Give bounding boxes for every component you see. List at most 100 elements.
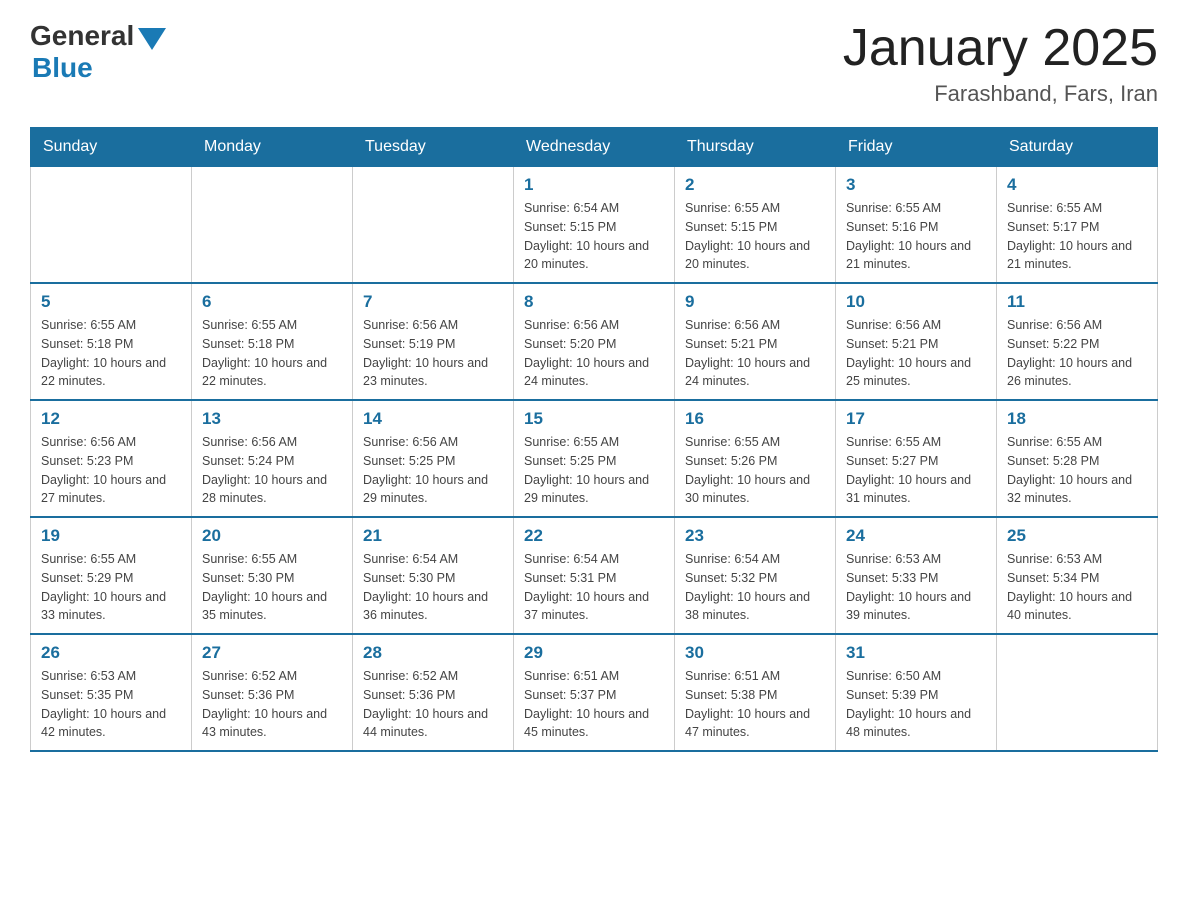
day-info: Sunrise: 6:55 AMSunset: 5:17 PMDaylight:… [1007,199,1147,274]
day-number: 25 [1007,526,1147,546]
day-number: 24 [846,526,986,546]
day-info: Sunrise: 6:56 AMSunset: 5:21 PMDaylight:… [846,316,986,391]
day-number: 9 [685,292,825,312]
calendar-cell [31,167,192,284]
header-thursday: Thursday [675,128,836,167]
day-info: Sunrise: 6:52 AMSunset: 5:36 PMDaylight:… [363,667,503,742]
day-number: 11 [1007,292,1147,312]
calendar-cell: 27 Sunrise: 6:52 AMSunset: 5:36 PMDayligh… [192,634,353,751]
day-number: 13 [202,409,342,429]
day-info: Sunrise: 6:54 AMSunset: 5:32 PMDaylight:… [685,550,825,625]
calendar-cell: 19 Sunrise: 6:55 AMSunset: 5:29 PMDayligh… [31,517,192,634]
day-info: Sunrise: 6:55 AMSunset: 5:15 PMDaylight:… [685,199,825,274]
calendar-header-row: SundayMondayTuesdayWednesdayThursdayFrid… [31,128,1158,167]
day-number: 30 [685,643,825,663]
day-number: 18 [1007,409,1147,429]
day-number: 22 [524,526,664,546]
day-info: Sunrise: 6:52 AMSunset: 5:36 PMDaylight:… [202,667,342,742]
calendar-cell: 6Sunrise: 6:55 AMSunset: 5:18 PMDaylight… [192,283,353,400]
calendar-cell: 4 Sunrise: 6:55 AMSunset: 5:17 PMDaylight… [997,167,1158,284]
day-info: Sunrise: 6:56 AMSunset: 5:22 PMDaylight:… [1007,316,1147,391]
day-number: 20 [202,526,342,546]
calendar-cell: 8 Sunrise: 6:56 AMSunset: 5:20 PMDaylight… [514,283,675,400]
calendar-cell: 25Sunrise: 6:53 AMSunset: 5:34 PMDayligh… [997,517,1158,634]
calendar-cell: 14Sunrise: 6:56 AMSunset: 5:25 PMDayligh… [353,400,514,517]
logo: General Blue [30,20,166,84]
day-info: Sunrise: 6:55 AMSunset: 5:27 PMDaylight:… [846,433,986,508]
day-number: 15 [524,409,664,429]
day-info: Sunrise: 6:55 AMSunset: 5:26 PMDaylight:… [685,433,825,508]
calendar-cell: 31 Sunrise: 6:50 AMSunset: 5:39 PMDayligh… [836,634,997,751]
day-number: 28 [363,643,503,663]
calendar-cell: 9 Sunrise: 6:56 AMSunset: 5:21 PMDaylight… [675,283,836,400]
header-saturday: Saturday [997,128,1158,167]
calendar-cell: 23 Sunrise: 6:54 AMSunset: 5:32 PMDayligh… [675,517,836,634]
calendar-cell: 2 Sunrise: 6:55 AMSunset: 5:15 PMDaylight… [675,167,836,284]
day-info: Sunrise: 6:56 AMSunset: 5:21 PMDaylight:… [685,316,825,391]
page-header: General Blue January 2025 Farashband, Fa… [30,20,1158,107]
day-info: Sunrise: 6:56 AMSunset: 5:23 PMDaylight:… [41,433,181,508]
day-info: Sunrise: 6:54 AMSunset: 5:31 PMDaylight:… [524,550,664,625]
calendar-cell: 11 Sunrise: 6:56 AMSunset: 5:22 PMDayligh… [997,283,1158,400]
day-number: 27 [202,643,342,663]
day-info: Sunrise: 6:55 AMSunset: 5:18 PMDaylight:… [41,316,181,391]
calendar-cell: 20Sunrise: 6:55 AMSunset: 5:30 PMDayligh… [192,517,353,634]
header-tuesday: Tuesday [353,128,514,167]
calendar-cell: 3 Sunrise: 6:55 AMSunset: 5:16 PMDaylight… [836,167,997,284]
day-info: Sunrise: 6:54 AMSunset: 5:15 PMDaylight:… [524,199,664,274]
day-info: Sunrise: 6:53 AMSunset: 5:35 PMDaylight:… [41,667,181,742]
day-number: 8 [524,292,664,312]
day-number: 29 [524,643,664,663]
calendar-cell [192,167,353,284]
day-info: Sunrise: 6:56 AMSunset: 5:24 PMDaylight:… [202,433,342,508]
day-number: 31 [846,643,986,663]
calendar-cell: 30 Sunrise: 6:51 AMSunset: 5:38 PMDayligh… [675,634,836,751]
day-number: 19 [41,526,181,546]
day-info: Sunrise: 6:56 AMSunset: 5:19 PMDaylight:… [363,316,503,391]
calendar-cell: 26Sunrise: 6:53 AMSunset: 5:35 PMDayligh… [31,634,192,751]
day-info: Sunrise: 6:50 AMSunset: 5:39 PMDaylight:… [846,667,986,742]
day-number: 1 [524,175,664,195]
day-info: Sunrise: 6:55 AMSunset: 5:28 PMDaylight:… [1007,433,1147,508]
week-row-2: 5 Sunrise: 6:55 AMSunset: 5:18 PMDaylight… [31,283,1158,400]
week-row-4: 19 Sunrise: 6:55 AMSunset: 5:29 PMDayligh… [31,517,1158,634]
location: Farashband, Fars, Iran [843,81,1158,107]
calendar-cell: 12Sunrise: 6:56 AMSunset: 5:23 PMDayligh… [31,400,192,517]
day-number: 14 [363,409,503,429]
calendar-cell: 28 Sunrise: 6:52 AMSunset: 5:36 PMDayligh… [353,634,514,751]
calendar-cell: 1 Sunrise: 6:54 AMSunset: 5:15 PMDaylight… [514,167,675,284]
calendar-cell: 18 Sunrise: 6:55 AMSunset: 5:28 PMDayligh… [997,400,1158,517]
day-number: 5 [41,292,181,312]
calendar-cell [997,634,1158,751]
day-info: Sunrise: 6:54 AMSunset: 5:30 PMDaylight:… [363,550,503,625]
day-info: Sunrise: 6:55 AMSunset: 5:16 PMDaylight:… [846,199,986,274]
day-info: Sunrise: 6:55 AMSunset: 5:25 PMDaylight:… [524,433,664,508]
day-number: 4 [1007,175,1147,195]
day-number: 23 [685,526,825,546]
day-info: Sunrise: 6:56 AMSunset: 5:20 PMDaylight:… [524,316,664,391]
header-monday: Monday [192,128,353,167]
day-info: Sunrise: 6:55 AMSunset: 5:29 PMDaylight:… [41,550,181,625]
calendar-cell: 15 Sunrise: 6:55 AMSunset: 5:25 PMDayligh… [514,400,675,517]
day-number: 3 [846,175,986,195]
calendar-cell: 21Sunrise: 6:54 AMSunset: 5:30 PMDayligh… [353,517,514,634]
week-row-1: 1 Sunrise: 6:54 AMSunset: 5:15 PMDaylight… [31,167,1158,284]
day-number: 7 [363,292,503,312]
header-wednesday: Wednesday [514,128,675,167]
logo-blue-text: Blue [32,52,93,84]
day-number: 2 [685,175,825,195]
calendar-cell: 22 Sunrise: 6:54 AMSunset: 5:31 PMDayligh… [514,517,675,634]
day-info: Sunrise: 6:51 AMSunset: 5:38 PMDaylight:… [685,667,825,742]
header-sunday: Sunday [31,128,192,167]
calendar-table: SundayMondayTuesdayWednesdayThursdayFrid… [30,127,1158,752]
logo-general-text: General [30,20,134,52]
day-number: 17 [846,409,986,429]
calendar-cell: 7 Sunrise: 6:56 AMSunset: 5:19 PMDaylight… [353,283,514,400]
calendar-cell: 17 Sunrise: 6:55 AMSunset: 5:27 PMDayligh… [836,400,997,517]
calendar-cell: 5 Sunrise: 6:55 AMSunset: 5:18 PMDaylight… [31,283,192,400]
week-row-5: 26Sunrise: 6:53 AMSunset: 5:35 PMDayligh… [31,634,1158,751]
day-number: 6 [202,292,342,312]
day-info: Sunrise: 6:53 AMSunset: 5:33 PMDaylight:… [846,550,986,625]
calendar-cell: 29Sunrise: 6:51 AMSunset: 5:37 PMDayligh… [514,634,675,751]
logo-triangle-icon [138,28,166,50]
